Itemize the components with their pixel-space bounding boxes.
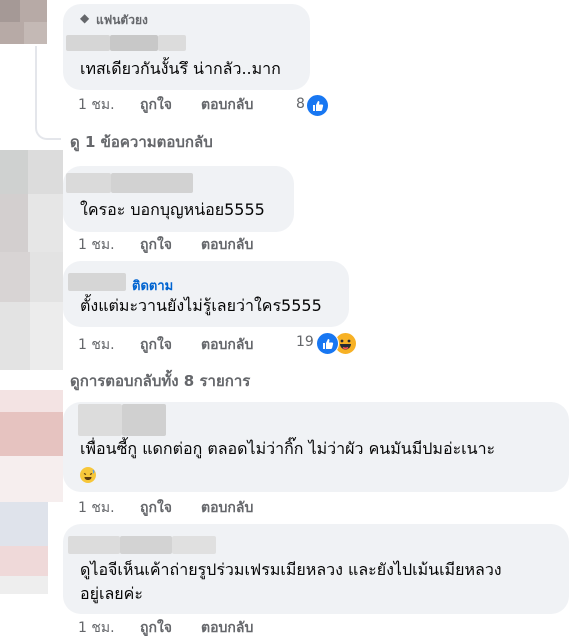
reply-button[interactable]: ตอบกลับ — [201, 95, 253, 115]
comment-time[interactable]: 1 ชม. — [78, 498, 115, 518]
reaction-count: 8 — [296, 96, 305, 112]
like-icon — [316, 332, 339, 355]
comment-time[interactable]: 1 ชม. — [78, 95, 115, 115]
avatar[interactable] — [0, 502, 48, 594]
comment-actions: 1 ชม. ถูกใจ ตอบกลับ — [78, 335, 318, 355]
like-button[interactable]: ถูกใจ — [140, 335, 172, 355]
like-button[interactable]: ถูกใจ — [140, 95, 172, 115]
comment-text: ตั้งแต่มะวานยังไม่รู้เลยว่าใคร5555 — [80, 296, 322, 315]
comment-text-line1: ดูไอจีเห็นเค้าถ่ายรูปร่วมเฟรมเมียหลวง แล… — [80, 560, 502, 579]
comment-time[interactable]: 1 ชม. — [78, 235, 115, 255]
badge-label: แฟนตัวยง — [96, 13, 148, 27]
avatar[interactable] — [0, 0, 47, 44]
commenter-name[interactable] — [122, 404, 166, 436]
commenter-name[interactable] — [172, 536, 216, 554]
comment-actions: 1 ชม. ถูกใจ ตอบกลับ — [78, 235, 318, 255]
comment-time[interactable]: 1 ชม. — [78, 335, 115, 355]
commenter-name[interactable] — [158, 35, 186, 51]
reaction-summary[interactable]: 8 — [292, 94, 332, 117]
like-icon — [306, 94, 329, 117]
like-button[interactable]: ถูกใจ — [140, 498, 172, 518]
reaction-count: 19 — [296, 334, 314, 350]
commenter-name[interactable] — [120, 536, 172, 554]
view-replies-link[interactable]: ดู 1 ข้อความตอบกลับ — [70, 130, 213, 154]
commenter-name[interactable] — [66, 173, 111, 193]
comment-text: เทสเดียวกันงั้นรึ น่ากลัว..มาก — [80, 59, 281, 78]
comment-text-line2: อยู่เลยค่ะ — [80, 584, 143, 603]
avatar[interactable] — [0, 150, 63, 252]
view-all-replies-link[interactable]: ดูการตอบกลับทั้ง 8 รายการ — [70, 369, 250, 393]
commenter-name[interactable] — [110, 35, 158, 51]
like-button[interactable]: ถูกใจ — [140, 235, 172, 255]
commenter-name[interactable] — [68, 273, 126, 291]
comment-time[interactable]: 1 ชม. — [78, 618, 115, 638]
diamond-icon: ◆ — [80, 11, 90, 25]
reply-button[interactable]: ตอบกลับ — [201, 235, 253, 255]
commenter-name[interactable] — [68, 536, 120, 554]
commenter-name[interactable] — [78, 404, 122, 436]
reply-button[interactable]: ตอบกลับ — [201, 618, 253, 638]
commenter-name[interactable] — [111, 173, 193, 193]
reply-button[interactable]: ตอบกลับ — [201, 498, 253, 518]
comment-text: ใครอะ บอกบุญหน่อย5555 — [80, 200, 265, 219]
follow-link[interactable]: ติดตาม — [132, 275, 173, 296]
comment-actions: 1 ชม. ถูกใจ ตอบกลับ — [78, 618, 318, 638]
thread-line — [35, 46, 61, 140]
comment-bubble — [63, 261, 349, 327]
comment-actions: 1 ชม. ถูกใจ ตอบกลับ — [78, 95, 318, 115]
comment-text: เพื่อนซี้กู แดกต่อกู ตลอดไม่ว่ากิ๊ก ไม่ว… — [80, 439, 496, 458]
commenter-name[interactable] — [66, 35, 110, 51]
reaction-summary[interactable]: 19 — [296, 332, 362, 355]
reply-button[interactable]: ตอบกลับ — [201, 335, 253, 355]
avatar[interactable] — [0, 252, 63, 370]
avatar[interactable] — [0, 390, 63, 502]
comment-actions: 1 ชม. ถูกใจ ตอบกลับ — [78, 498, 318, 518]
like-button[interactable]: ถูกใจ — [140, 618, 172, 638]
sweat-smile-emoji — [80, 467, 96, 483]
